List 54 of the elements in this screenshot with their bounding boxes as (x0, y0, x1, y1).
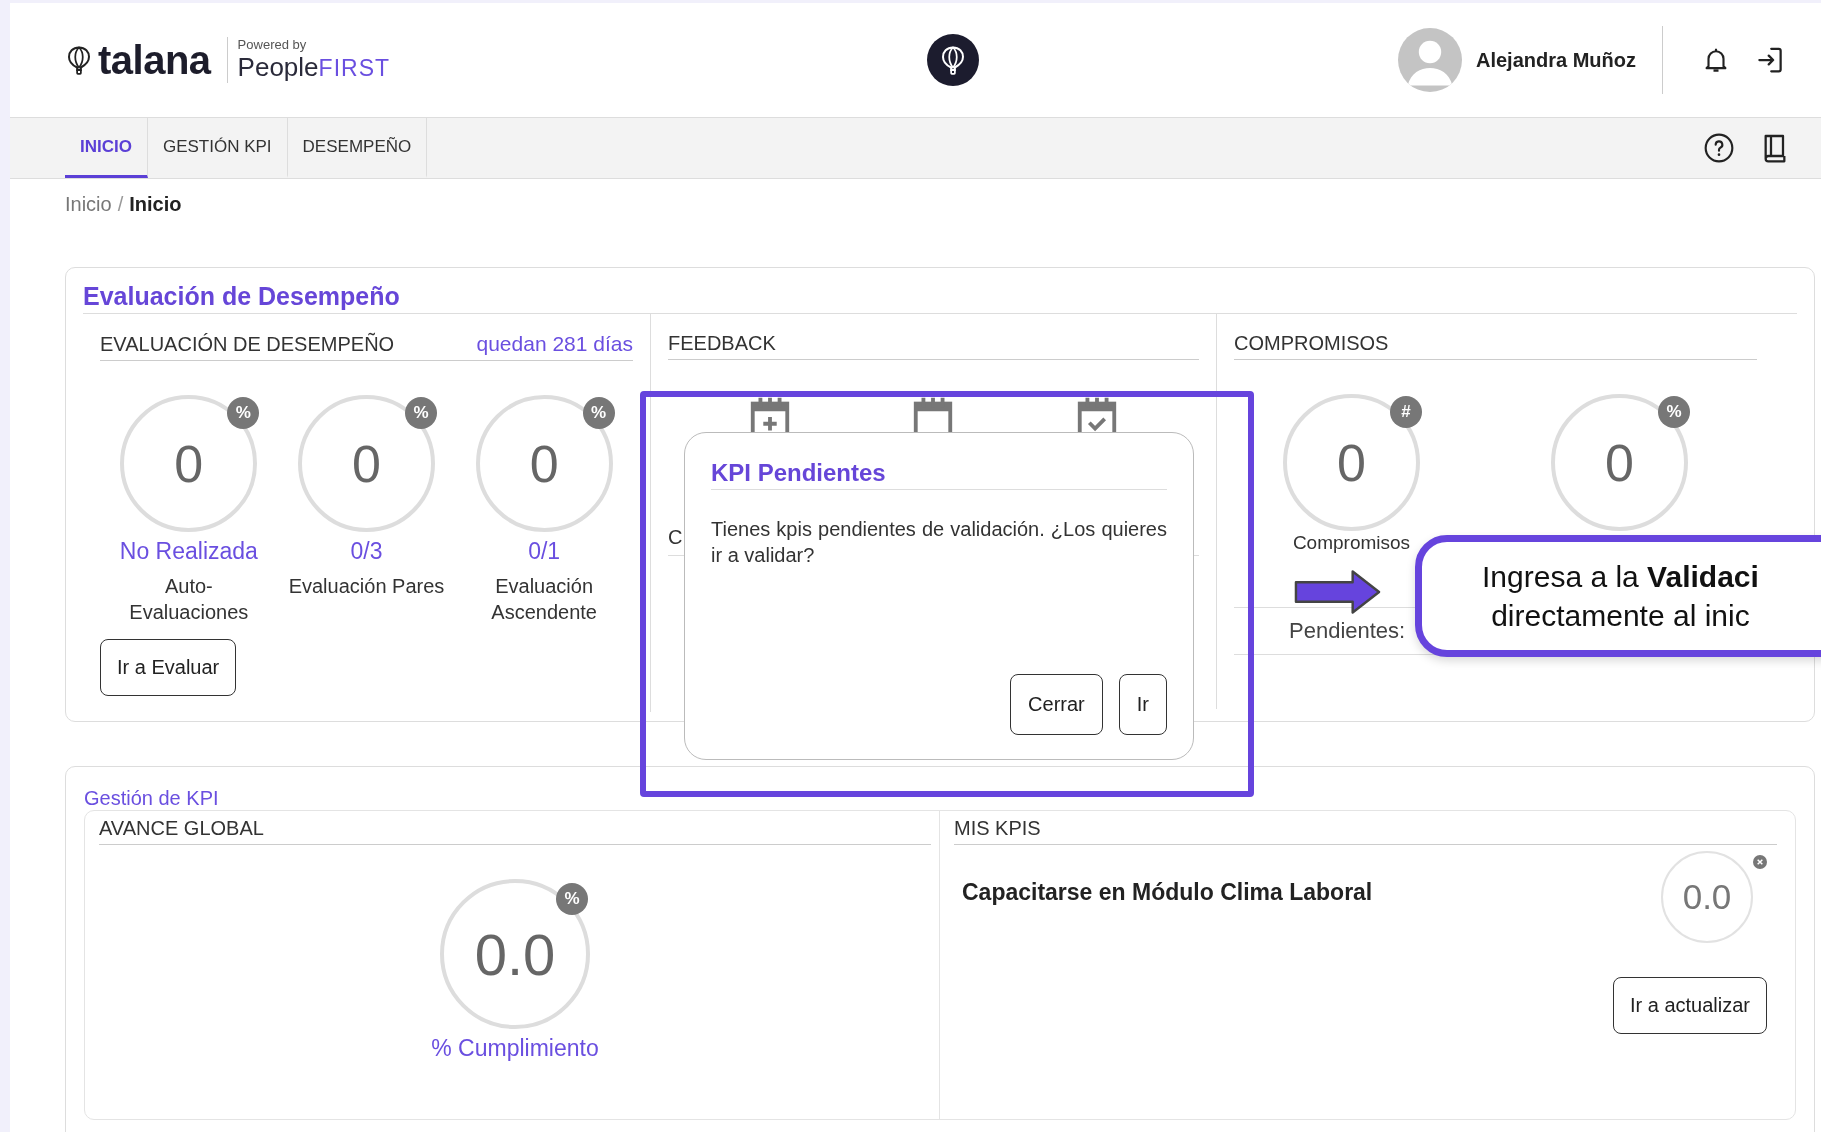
section-heading: EVALUACIÓN DE DESEMPEÑO (100, 333, 395, 356)
unit-badge: % (1658, 396, 1690, 428)
dialog-message: Tienes kpis pendientes de validación. ¿Los quieres ir a validar? (711, 517, 1167, 568)
gauge-value: 0 (529, 433, 559, 494)
nav-tab[interactable]: DESEMPEÑO (287, 118, 428, 178)
nav-tab[interactable]: GESTIÓN KPI (147, 118, 288, 178)
update-button[interactable]: Ir a actualizar (1612, 977, 1767, 1034)
user-name[interactable]: Alejandra Muñoz (1476, 48, 1636, 72)
callout-text: Ingresa a la Validaci directamente al inic (1482, 559, 1759, 634)
breadcrumb-separator: / (117, 193, 124, 215)
nav-tab[interactable]: INICIO (65, 118, 148, 178)
gauge-value: 0 (1605, 432, 1634, 493)
unit-badge: % (582, 397, 615, 429)
section-heading: AVANCE GLOBAL (99, 817, 264, 840)
breadcrumb-item[interactable]: Inicio (65, 193, 112, 215)
gauge-value: 0.0 (474, 920, 556, 988)
dialog-button[interactable]: Ir (1118, 674, 1167, 735)
gauge-label: % Cumplimiento (431, 1035, 599, 1062)
pending-count: Pendientes: (1288, 618, 1407, 644)
section-heading: COMPROMISOS (1234, 332, 1389, 355)
close-dot-icon (1753, 855, 1767, 869)
card-title: Evaluación de Desempeño (83, 282, 1797, 314)
gauge-label: Compromisos (1292, 531, 1411, 555)
feedback-label: C (668, 526, 683, 548)
gauge-value: 0.0 (1682, 877, 1732, 917)
gauge-status: 0/1 (528, 538, 561, 565)
unit-badge: % (556, 883, 588, 915)
unit-badge: % (405, 397, 437, 429)
unit-badge: # (1390, 396, 1422, 428)
days-remaining: quedan 281 días (476, 332, 633, 356)
help-icon[interactable] (1703, 132, 1735, 164)
gauge-label: Evaluación Pares (288, 574, 445, 599)
gauge-status: No Realizada (119, 538, 258, 565)
logout-icon[interactable] (1755, 45, 1785, 75)
dialog-title: KPI Pendientes (711, 459, 1167, 490)
balloon-badge-icon (927, 34, 980, 86)
right-arrow-icon (1294, 568, 1382, 616)
card-title: Gestión de KPI (84, 787, 220, 810)
partner-logo-text: PeopleFIRST (237, 52, 391, 83)
gauge-value: 0 (352, 433, 381, 494)
gauge-label: Auto- Evaluaciones (129, 574, 249, 625)
gauge-value: 0 (1337, 432, 1366, 493)
gauge-label: Evaluación Ascendente (491, 574, 597, 625)
breadcrumb-item: Inicio (129, 193, 182, 215)
dialog-button[interactable]: Cerrar (1010, 674, 1103, 735)
powered-by-text: Powered by (237, 37, 308, 52)
logo-text: talana (98, 37, 211, 83)
kpi-name: Capacitarse en Módulo Clima Laboral (962, 879, 1373, 906)
gauge-value: 0 (174, 433, 204, 494)
evaluate-button[interactable]: Ir a Evaluar (100, 639, 237, 696)
gauge-status: 0/3 (350, 538, 383, 565)
unit-badge: % (227, 397, 260, 429)
section-heading: MIS KPIS (954, 817, 1041, 840)
section-heading: FEEDBACK (668, 332, 776, 355)
